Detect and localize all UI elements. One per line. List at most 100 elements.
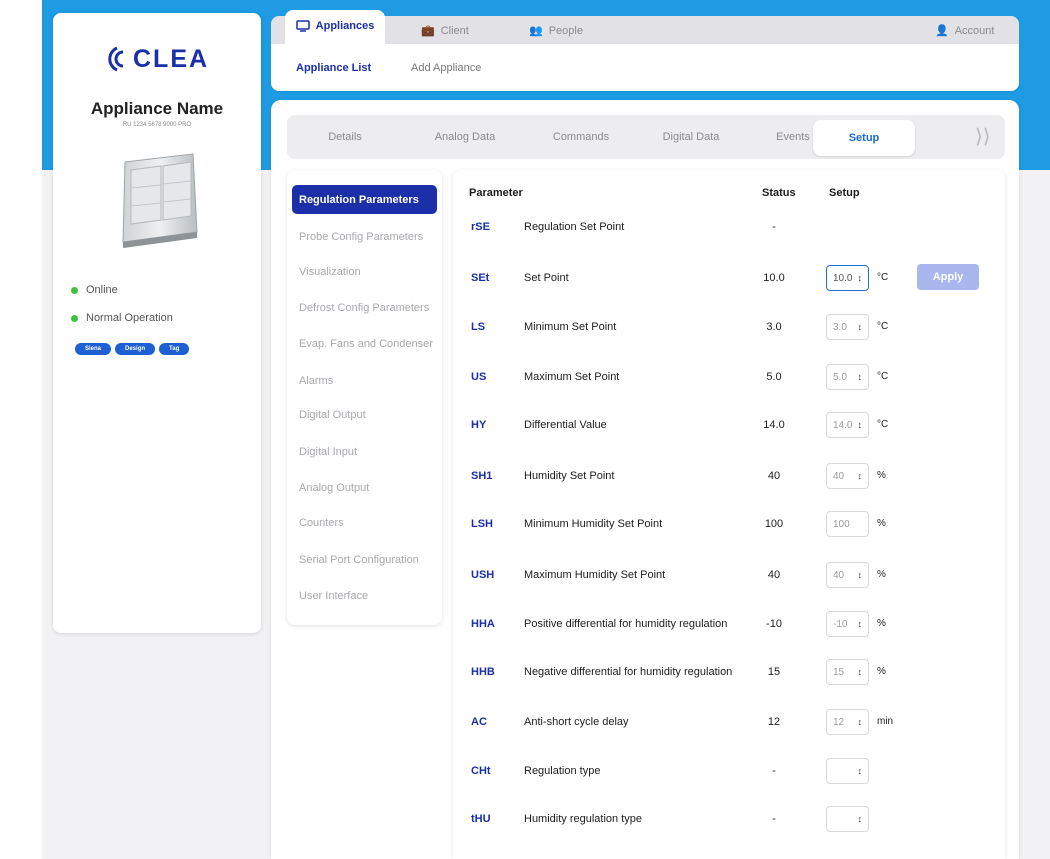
subnav-appliance-list[interactable]: Appliance List — [296, 44, 371, 91]
clea-logo: CLEA — [103, 39, 213, 79]
monitor-icon — [295, 20, 310, 32]
appliance-name: Appliance Name — [90, 99, 224, 118]
setup-unit: °C — [877, 321, 889, 332]
setup-stepper[interactable]: ↕ — [826, 758, 869, 784]
nav-appliances-label: Appliances — [315, 20, 375, 32]
setup-stepper[interactable]: ↕ — [826, 806, 869, 832]
setup-stepper[interactable]: 15 ↕ — [826, 659, 869, 685]
sidebar-item-probe-config[interactable]: Probe Config Parameters — [299, 231, 423, 243]
stepper-arrows-icon[interactable]: ↕ — [858, 372, 863, 382]
tag-chip[interactable]: Design — [115, 343, 156, 355]
tab-digital-data[interactable]: Digital Data — [635, 115, 747, 159]
tab-analog-data[interactable]: Analog Data — [403, 115, 527, 159]
subnav-add-appliance[interactable]: Add Appliance — [411, 44, 481, 91]
setup-stepper[interactable]: 100 — [826, 511, 869, 537]
tag-chip[interactable]: Siena — [75, 343, 112, 355]
setup-stepper[interactable]: 10.0 ↕ — [826, 265, 869, 291]
stepper-arrows-icon[interactable]: ↕ — [858, 322, 863, 332]
param-status: - — [772, 813, 776, 825]
status-online: Online — [71, 284, 118, 296]
logo-text: CLEA — [133, 44, 210, 73]
param-code: USH — [471, 569, 495, 581]
param-code: HY — [471, 419, 487, 431]
param-status: 40 — [767, 569, 781, 581]
tag-chip[interactable]: Tag — [159, 343, 190, 355]
param-name: Maximum Humidity Set Point — [524, 569, 666, 581]
setup-unit: °C — [877, 371, 889, 382]
param-code: rSE — [471, 221, 490, 233]
sidebar-item-analog-output[interactable]: Analog Output — [299, 482, 369, 494]
param-status: 40 — [767, 470, 781, 482]
tab-setup[interactable]: Setup — [813, 120, 915, 156]
apply-button[interactable]: Apply — [917, 264, 979, 290]
setup-value: 3.0 — [833, 321, 847, 333]
nav-appliances[interactable]: Appliances — [285, 10, 385, 48]
setup-value: 40 — [833, 470, 845, 482]
param-code: CHt — [471, 765, 491, 777]
param-name: Set Point — [524, 272, 569, 284]
param-status: 3.0 — [766, 321, 782, 333]
parameter-sidebar: Probe Config Parameters Visualization De… — [287, 170, 442, 625]
sidebar-item-digital-input[interactable]: Digital Input — [299, 446, 357, 458]
sidebar-item-evap-fans[interactable]: Evap. Fans and Condenser — [299, 338, 433, 350]
setup-unit: % — [877, 666, 886, 677]
user-icon: 👤 — [935, 25, 949, 37]
param-name: Anti-short cycle delay — [524, 716, 629, 728]
setup-value: -10 — [833, 618, 848, 630]
setup-stepper[interactable]: 3.0 ↕ — [826, 314, 869, 340]
param-status: - — [772, 765, 776, 777]
param-code: HHB — [471, 666, 495, 678]
param-name: Maximum Set Point — [524, 371, 620, 383]
setup-value: 15 — [833, 666, 845, 678]
sidebar-item-serial-port[interactable]: Serial Port Configuration — [299, 554, 419, 566]
param-code: LS — [471, 321, 486, 333]
nav-client[interactable]: 💼 Client — [421, 16, 469, 45]
stepper-arrows-icon[interactable]: ↕ — [858, 814, 863, 824]
sidebar-item-user-interface[interactable]: User Interface — [299, 590, 368, 602]
briefcase-icon: 💼 — [421, 25, 435, 37]
nav-account[interactable]: 👤 Account — [935, 16, 994, 45]
stepper-arrows-icon[interactable]: ↕ — [858, 420, 863, 430]
setup-value: 5.0 — [833, 371, 847, 383]
tab-details[interactable]: Details — [287, 115, 403, 159]
appliance-serial: RU 1234 5678 9000 PRO — [122, 122, 192, 128]
sidebar-item-digital-output[interactable]: Digital Output — [299, 409, 366, 421]
param-code: tHU — [471, 813, 491, 825]
setup-unit: °C — [877, 272, 889, 283]
setup-stepper[interactable]: 14.0 ↕ — [826, 412, 869, 438]
sidebar-item-defrost-config[interactable]: Defrost Config Parameters — [299, 302, 429, 314]
param-status: 5.0 — [766, 371, 782, 383]
sidebar-item-counters[interactable]: Counters — [299, 517, 344, 529]
param-code: AC — [471, 716, 487, 728]
stepper-arrows-icon[interactable]: ↕ — [858, 619, 863, 629]
setup-value: 100 — [833, 518, 850, 530]
stepper-arrows-icon[interactable]: ↕ — [858, 766, 863, 776]
param-code: US — [471, 371, 487, 383]
setup-stepper[interactable]: 40 ↕ — [826, 463, 869, 489]
setup-value: 12 — [833, 716, 845, 728]
setup-stepper[interactable]: 5.0 ↕ — [826, 364, 869, 390]
param-status: 10.0 — [763, 272, 785, 284]
param-code: SH1 — [471, 470, 493, 482]
stepper-arrows-icon[interactable]: ↕ — [858, 273, 863, 283]
stepper-arrows-icon[interactable]: ↕ — [858, 667, 863, 677]
stepper-arrows-icon[interactable]: ↕ — [858, 570, 863, 580]
setup-value: 40 — [833, 569, 845, 581]
status-label: Normal Operation — [86, 312, 173, 324]
stepper-arrows-icon[interactable]: ↕ — [858, 471, 863, 481]
nav-people[interactable]: 👥 People — [529, 16, 583, 45]
sidebar-item-alarms[interactable]: Alarms — [299, 375, 333, 387]
appliance-image — [122, 153, 198, 248]
tab-commands[interactable]: Commands — [527, 115, 635, 159]
header-status: Status — [762, 187, 796, 199]
chevron-right-icon[interactable]: ⟩⟩ — [975, 124, 991, 149]
setup-stepper[interactable]: 40 ↕ — [826, 562, 869, 588]
setup-stepper[interactable]: 12 ↕ — [826, 709, 869, 735]
nav-account-label: Account — [954, 24, 995, 37]
sidebar-item-regulation-parameters[interactable]: Regulation Parameters — [292, 185, 437, 214]
signal-arcs-icon — [108, 46, 124, 72]
sidebar-item-visualization[interactable]: Visualization — [299, 266, 361, 278]
setup-stepper[interactable]: -10 ↕ — [826, 611, 869, 637]
stepper-arrows-icon[interactable]: ↕ — [858, 717, 863, 727]
setup-value: 14.0 — [833, 419, 853, 431]
